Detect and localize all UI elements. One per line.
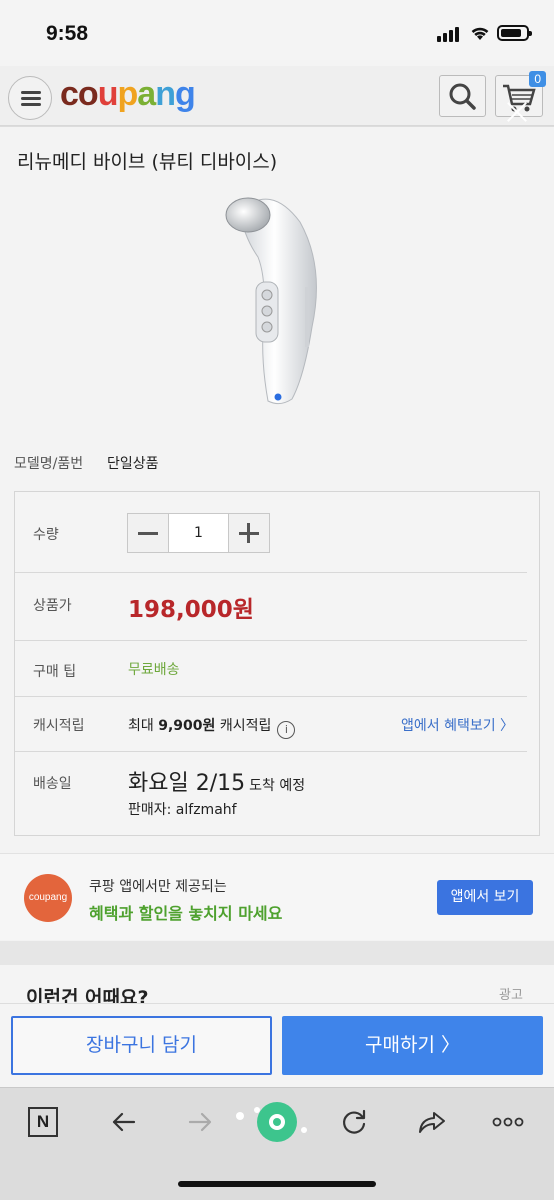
battery-icon — [497, 25, 532, 41]
logo-letter: a — [137, 75, 156, 113]
search-icon — [449, 83, 476, 110]
delivery-suffix: 도착 예정 — [249, 778, 306, 794]
model-value: 단일상품 — [107, 456, 159, 472]
cellular-signal-icon — [437, 26, 463, 42]
divider — [15, 640, 527, 641]
status-time: 9:58 — [46, 22, 89, 45]
purchase-tip-label: 구매 팁 — [33, 664, 77, 680]
coupang-app-logo: coupang — [24, 874, 72, 922]
quantity-stepper: 1 — [127, 513, 270, 553]
menu-button[interactable] — [8, 76, 52, 120]
cash-prefix: 최대 — [128, 718, 154, 734]
buy-now-button[interactable]: 구매하기 〉 — [282, 1016, 543, 1075]
section-gap — [0, 941, 554, 965]
cash-reward-label: 캐시적립 — [33, 718, 85, 734]
back-arrow-icon[interactable] — [106, 1104, 142, 1140]
free-shipping-text: 무료배송 — [128, 662, 180, 678]
info-icon[interactable]: i — [277, 721, 296, 739]
cash-amount: 9,900원 — [158, 718, 216, 734]
increase-quantity-button[interactable] — [229, 514, 269, 552]
wifi-icon — [471, 27, 489, 40]
forward-arrow-icon[interactable] — [182, 1104, 218, 1140]
app-header: coupang 0 — [0, 66, 554, 126]
delivery-date: 화요일 2/15 도착 예정 — [128, 765, 305, 797]
product-price: 198,000원 — [128, 597, 254, 623]
close-icon[interactable] — [506, 101, 528, 123]
naver-green-dot-icon[interactable] — [232, 1100, 322, 1144]
cart-count-badge: 0 — [529, 71, 546, 87]
coupang-logo[interactable]: coupang — [60, 75, 196, 114]
status-bar: 9:58 — [0, 0, 554, 66]
share-icon[interactable] — [414, 1104, 450, 1140]
product-content: 리뉴메디 바이브 (뷰티 디바이스) 모델명/품번 단일상품 수량 1 상품가 … — [0, 127, 554, 942]
quantity-label: 수량 — [33, 527, 59, 543]
refresh-icon[interactable] — [336, 1104, 372, 1140]
product-title: 리뉴메디 바이브 (뷰티 디바이스) — [17, 151, 278, 173]
app-promo-banner: coupang 쿠팡 앱에서만 제공되는 혜택과 할인을 놓치지 마세요 앱에서… — [0, 853, 554, 940]
ad-label: 광고 — [499, 988, 523, 1003]
purchase-action-bar: 장바구니 담기 구매하기 〉 — [0, 1003, 554, 1087]
promo-line2: 혜택과 할인을 놓치지 마세요 — [89, 904, 283, 923]
quantity-value[interactable]: 1 — [168, 514, 229, 552]
seller-name[interactable]: 판매자: alfzmahf — [128, 799, 237, 819]
product-image — [225, 197, 317, 405]
purchase-info-box: 수량 1 상품가 198,000원 구매 팁 무료배송 캐시적립 최대 9,90… — [14, 491, 540, 836]
logo-letter: n — [155, 75, 176, 113]
model-row: 모델명/품번 단일상품 — [14, 453, 159, 473]
logo-letter: c — [60, 75, 79, 113]
search-button[interactable] — [439, 75, 486, 117]
cash-reward-value: 최대 9,900원 캐시적립 i — [128, 715, 296, 739]
decrease-quantity-button[interactable] — [128, 514, 168, 552]
home-indicator[interactable] — [178, 1181, 376, 1187]
divider — [15, 696, 527, 697]
divider — [15, 751, 527, 752]
delivery-label: 배송일 — [33, 776, 72, 792]
naver-home-button[interactable]: N — [28, 1107, 58, 1137]
model-label: 모델명/품번 — [14, 456, 84, 472]
logo-letter: p — [117, 75, 138, 113]
promo-line1: 쿠팡 앱에서만 제공되는 — [89, 879, 227, 895]
add-to-cart-button[interactable]: 장바구니 담기 — [11, 1016, 272, 1075]
logo-letter: o — [77, 75, 99, 113]
open-in-app-button[interactable]: 앱에서 보기 — [437, 880, 533, 915]
logo-letter: u — [97, 75, 119, 113]
price-label: 상품가 — [33, 598, 72, 614]
cash-suffix: 캐시적립 — [219, 718, 272, 734]
quantity-row: 수량 1 — [15, 492, 541, 572]
divider — [15, 572, 527, 573]
app-benefit-link[interactable]: 앱에서 혜택보기 〉 — [401, 715, 514, 735]
more-options-icon[interactable] — [490, 1104, 526, 1140]
logo-letter: g — [174, 75, 196, 113]
delivery-date-value: 화요일 2/15 — [128, 771, 246, 796]
